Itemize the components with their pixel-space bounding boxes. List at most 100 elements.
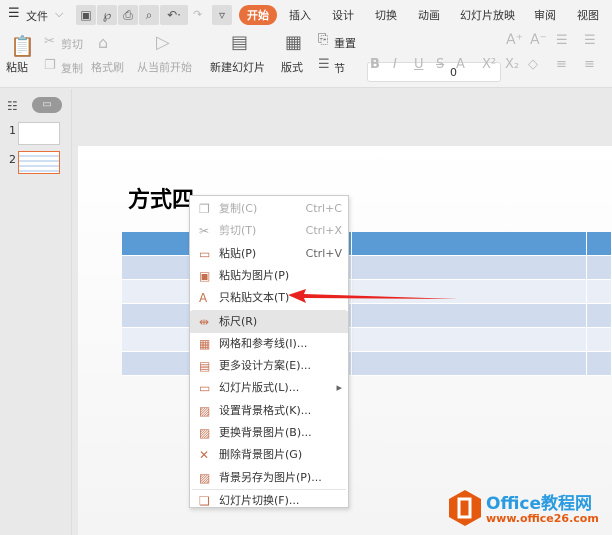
menu-item[interactable]: ✂ 剪切(T) Ctrl+X	[190, 220, 348, 242]
slide-thumbnail-1[interactable]	[18, 122, 60, 145]
replace-background-icon: ▨	[199, 426, 211, 440]
table-cell[interactable]	[352, 352, 587, 376]
paste-button[interactable]: 粘贴	[6, 59, 28, 75]
print-preview-icon[interactable]: ⌕	[139, 5, 159, 25]
watermark-logo: Office教程网 www.office26.com	[448, 487, 608, 531]
numbering-icon[interactable]: ☰	[584, 33, 596, 48]
copy-button[interactable]: 复制	[61, 60, 83, 76]
grid-icon: ▦	[199, 336, 211, 351]
print-icon[interactable]: ⎙	[118, 5, 138, 25]
menu-item[interactable]: ❏ 幻灯片切换(F)...	[190, 490, 348, 512]
menu-item[interactable]: ▨ 更换背景图片(B)...	[190, 422, 348, 444]
title-bar: ☰ 文件 ⌵ ▣ ℘ ⎙ ⌕ ↶· ↷ ▿ 开始 插入 设计 切换 动画 幻灯片…	[0, 0, 612, 30]
new-slide-button[interactable]: 新建幻灯片	[210, 59, 265, 75]
slide-number: 2	[9, 153, 16, 166]
menu-item-label: 复制(C)	[219, 202, 258, 215]
new-slide-icon: ▤	[231, 32, 249, 53]
table-header-cell[interactable]	[352, 232, 587, 256]
table-cell[interactable]	[352, 304, 587, 328]
slide-thumbnail-2[interactable]	[18, 151, 60, 174]
ruler-icon: ⇹	[199, 314, 210, 329]
slide-thumbnail-pane: ☷ ▭ 1 2	[0, 89, 72, 535]
save-background-icon: ▨	[199, 470, 211, 485]
office-logo-icon	[449, 490, 481, 526]
align-center-icon[interactable]: ≡	[584, 57, 595, 72]
menu-item[interactable]: ▨ 背景另存为图片(P)...	[190, 467, 348, 489]
menu-item[interactable]: ❐ 复制(C) Ctrl+C	[190, 198, 348, 220]
table-cell[interactable]	[587, 352, 612, 376]
superscript-icon[interactable]: X²	[482, 57, 496, 72]
section-button[interactable]: 节	[334, 60, 345, 76]
tab-transition[interactable]: 切换	[375, 7, 397, 23]
menu-item[interactable]: ▨ 设置背景格式(K)...	[190, 400, 348, 422]
ribbon: 📋 粘贴 ✂ 剪切 ❐ 复制 ⌂ 格式刷 ▷ 从当前开始 ▤ 新建幻灯片 ▦ 版…	[0, 30, 612, 88]
menu-item[interactable]: ▦ 网格和参考线(I)...	[190, 333, 348, 355]
table-cell[interactable]	[587, 256, 612, 280]
chevron-down-icon[interactable]: ⌵	[55, 7, 63, 21]
menu-item-label: 幻灯片版式(L)...	[219, 381, 300, 395]
italic-icon[interactable]: I	[393, 57, 397, 72]
tab-insert[interactable]: 插入	[289, 7, 311, 23]
menu-item[interactable]: ⇹ 标尺(R)	[190, 310, 348, 333]
menu-item[interactable]: ▭ 粘贴(P) Ctrl+V	[190, 243, 348, 265]
layout-icon: ▦	[285, 32, 303, 53]
tab-design[interactable]: 设计	[332, 7, 354, 23]
table-cell[interactable]	[587, 304, 612, 328]
menu-item-shortcut: Ctrl+V	[305, 246, 342, 260]
bold-icon[interactable]: B	[370, 57, 380, 72]
menu-item[interactable]: ▤ 更多设计方案(E)...	[190, 355, 348, 377]
design-icon: ▤	[199, 359, 211, 374]
tab-animation[interactable]: 动画	[418, 7, 440, 23]
menu-item-label: 粘贴为图片(P)	[219, 268, 290, 282]
menu-item[interactable]: ▭ 幻灯片版式(L)... ▸	[190, 377, 348, 399]
format-icon[interactable]: ℘	[97, 5, 117, 25]
delete-background-icon: ✕	[199, 448, 210, 463]
format-painter-button[interactable]: 格式刷	[91, 59, 124, 75]
tab-review[interactable]: 审阅	[534, 7, 556, 23]
paste-icon[interactable]: 📋	[10, 34, 35, 58]
table-cell[interactable]	[587, 328, 612, 352]
increase-font-icon[interactable]: A⁺	[506, 32, 523, 48]
menu-item-label: 粘贴(P)	[219, 246, 257, 260]
file-menu[interactable]: 文件	[26, 8, 48, 24]
align-left-icon[interactable]: ≡	[556, 57, 567, 72]
reset-button[interactable]: 重置	[334, 35, 356, 51]
cut-button[interactable]: 剪切	[61, 36, 83, 52]
table-header-cell[interactable]	[587, 232, 612, 256]
tab-home[interactable]: 开始	[239, 5, 277, 25]
layout-button[interactable]: 版式	[281, 59, 303, 75]
menu-item[interactable]: ✕ 删除背景图片(G)	[190, 444, 348, 466]
table-cell[interactable]	[587, 280, 612, 304]
menu-item-label: 更换背景图片(B)...	[219, 426, 312, 439]
table-cell[interactable]	[352, 328, 587, 352]
font-size-box[interactable]: 0	[367, 62, 501, 82]
watermark-url: www.office26.com	[486, 512, 599, 525]
hamburger-icon[interactable]: ☰	[8, 6, 20, 21]
menu-item-label: 删除背景图片(G)	[219, 448, 303, 462]
menu-item-label: 网格和参考线(I)...	[219, 336, 308, 350]
slide-number: 1	[9, 124, 16, 137]
slide-view-icon[interactable]: ▭	[32, 97, 62, 113]
customize-icon[interactable]: ▿	[212, 5, 232, 25]
layout-icon: ▭	[199, 381, 211, 396]
menu-item[interactable]: ▣ 粘贴为图片(P)	[190, 265, 348, 287]
outline-view-icon[interactable]: ☷	[7, 99, 18, 113]
menu-item-label: 标尺(R)	[219, 314, 258, 328]
tab-view[interactable]: 视图	[577, 7, 599, 23]
tab-slideshow[interactable]: 幻灯片放映	[460, 7, 515, 23]
transition-icon: ❏	[199, 493, 210, 508]
slide-title[interactable]: 方式四	[128, 182, 194, 214]
underline-icon[interactable]: U	[414, 57, 424, 72]
eraser-icon[interactable]: ◇	[528, 57, 538, 72]
font-color-icon[interactable]: A	[456, 57, 465, 72]
decrease-font-icon[interactable]: A⁻	[530, 32, 547, 48]
menu-item-shortcut: Ctrl+X	[305, 224, 342, 238]
bullets-icon[interactable]: ☰	[556, 33, 568, 48]
undo-icon[interactable]: ↶·	[160, 5, 188, 25]
subscript-icon[interactable]: X₂	[505, 57, 519, 72]
play-from-current-button[interactable]: 从当前开始	[137, 59, 192, 75]
save-icon[interactable]: ▣	[76, 5, 96, 25]
table-cell[interactable]	[352, 256, 587, 280]
redo-icon[interactable]: ↷	[193, 8, 202, 21]
strikethrough-icon[interactable]: S	[436, 57, 444, 72]
